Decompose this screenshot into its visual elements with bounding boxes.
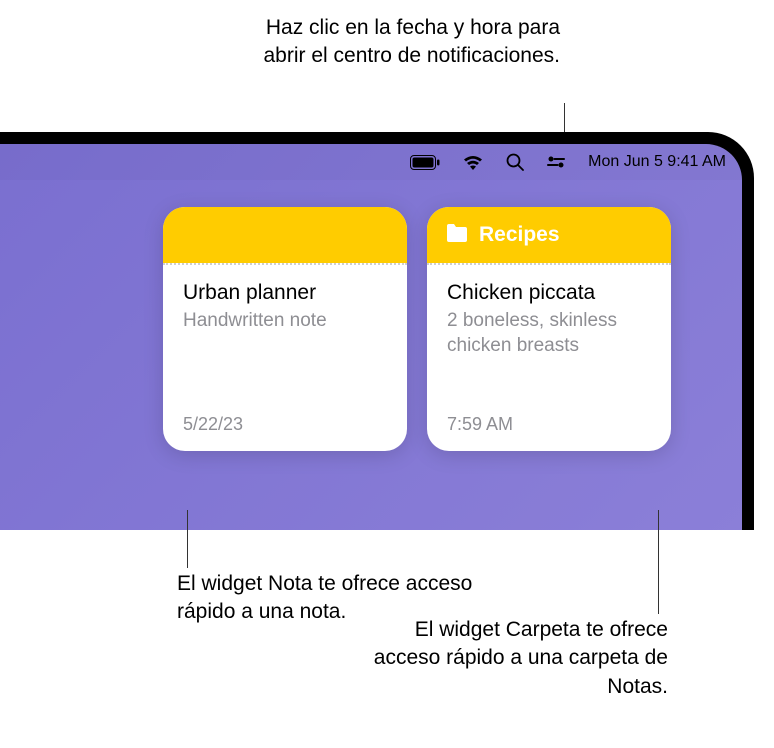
widgets-area: Urban planner Handwritten note 5/22/23 R… — [163, 207, 671, 451]
notes-widget-folder[interactable]: Recipes Chicken piccata 2 boneless, skin… — [427, 207, 671, 451]
battery-icon[interactable] — [410, 155, 440, 170]
search-icon[interactable] — [506, 153, 524, 171]
widget-body: Urban planner Handwritten note — [163, 265, 407, 414]
callout-line — [187, 510, 188, 568]
widget-note-time: 7:59 AM — [427, 414, 671, 451]
desktop-screen: Mon Jun 5 9:41 AM Urban planner Handwrit… — [0, 144, 742, 530]
widget-body: Chicken piccata 2 boneless, skinless chi… — [427, 265, 671, 414]
widget-note-subtitle: 2 boneless, skinless chicken breasts — [447, 309, 651, 358]
callout-folder-widget: El widget Carpeta te ofrece acceso rápid… — [358, 616, 668, 701]
notes-widget-note[interactable]: Urban planner Handwritten note 5/22/23 — [163, 207, 407, 451]
widget-note-subtitle: Handwritten note — [183, 309, 387, 334]
widget-note-date: 5/22/23 — [163, 414, 407, 451]
folder-icon — [445, 223, 469, 248]
callout-line — [658, 510, 659, 614]
callout-datetime: Haz clic en la fecha y hora para abrir e… — [250, 14, 560, 71]
device-frame: Mon Jun 5 9:41 AM Urban planner Handwrit… — [0, 132, 754, 530]
control-center-icon[interactable] — [546, 155, 566, 169]
widget-header: Recipes — [427, 207, 671, 263]
wifi-icon[interactable] — [462, 154, 484, 170]
widget-note-title: Chicken piccata — [447, 281, 651, 305]
widget-folder-name: Recipes — [479, 223, 560, 247]
menubar: Mon Jun 5 9:41 AM — [0, 144, 742, 180]
menubar-datetime[interactable]: Mon Jun 5 9:41 AM — [588, 153, 726, 171]
widget-note-title: Urban planner — [183, 281, 387, 305]
widget-header — [163, 207, 407, 263]
